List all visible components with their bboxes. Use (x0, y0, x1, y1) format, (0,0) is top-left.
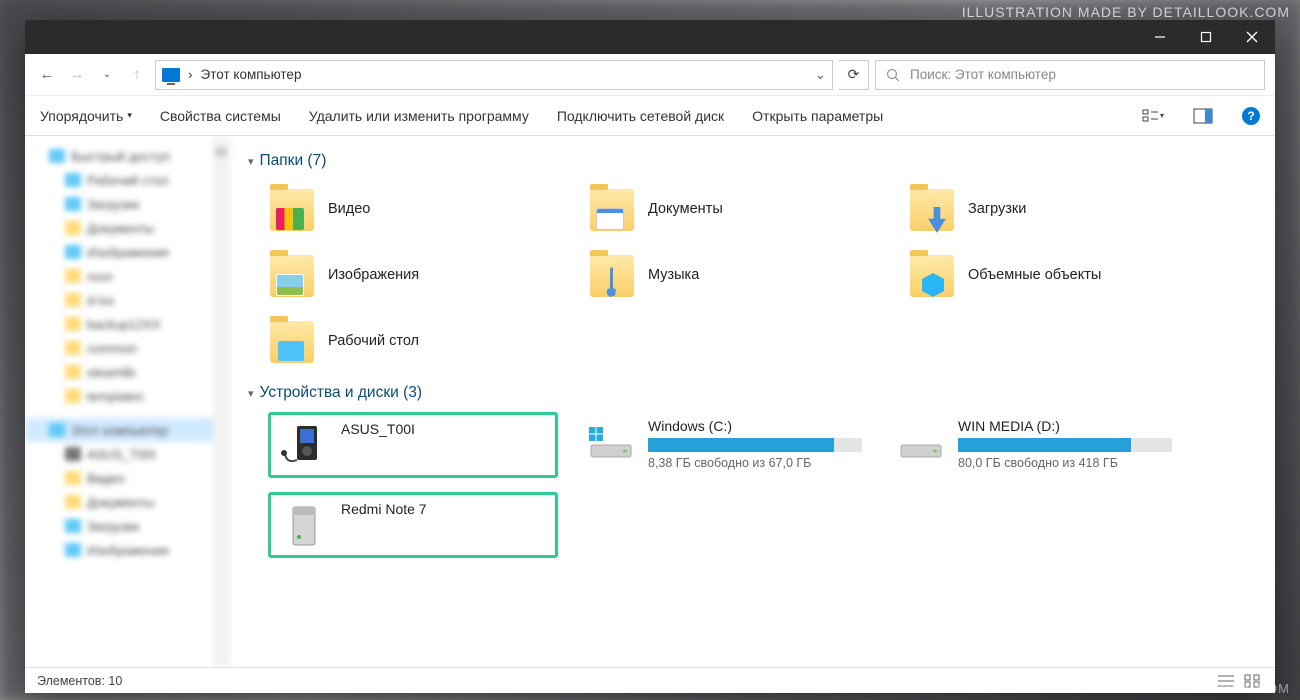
history-dropdown[interactable]: ⌄ (95, 63, 119, 87)
drives-section-header[interactable]: ▾ Устройства и диски (3) (248, 384, 1257, 402)
watermark-bottom: ILLUSTRATION MADE BY DETAILLOOK.COM (983, 681, 1290, 696)
folder-3dobjects[interactable]: Объемные объекты (908, 246, 1218, 304)
title-bar (25, 20, 1275, 54)
chevron-down-icon: ▾ (248, 155, 254, 168)
device-label: ASUS_T00I (341, 421, 549, 437)
drive-label: WIN MEDIA (D:) (958, 418, 1172, 434)
uninstall-program-button[interactable]: Удалить или изменить программу (309, 108, 529, 124)
folder-music[interactable]: Музыка (588, 246, 898, 304)
device-label: Redmi Note 7 (341, 501, 549, 517)
navigation-pane[interactable]: Быстрый доступ Рабочий стол Загрузки Док… (25, 136, 230, 667)
media-player-icon (277, 421, 329, 469)
disk-icon (894, 418, 946, 466)
map-drive-button[interactable]: Подключить сетевой диск (557, 108, 724, 124)
close-button[interactable] (1229, 20, 1275, 54)
chevron-down-icon[interactable]: ⌄ (815, 67, 826, 83)
folder-pictures[interactable]: Изображения (268, 246, 578, 304)
search-icon (886, 68, 900, 82)
groupby-icon[interactable]: ▾ (1142, 106, 1164, 126)
open-settings-button[interactable]: Открыть параметры (752, 108, 883, 124)
drive-label: Windows (C:) (648, 418, 862, 434)
folders-section-header[interactable]: ▾ Папки (7) (248, 152, 1257, 170)
organize-menu[interactable]: Упорядочить▾ (40, 108, 132, 124)
disk-windows-icon (584, 418, 636, 466)
drive-c[interactable]: Windows (C:) 8,38 ГБ свободно из 67,0 ГБ (578, 412, 868, 478)
breadcrumb[interactable]: › Этот компьютер ⌄ (155, 60, 833, 90)
device-tower-icon (277, 501, 329, 549)
minimize-button[interactable] (1137, 20, 1183, 54)
folder-desktop[interactable]: Рабочий стол (268, 312, 578, 370)
back-button[interactable]: ← (35, 63, 59, 87)
system-properties-button[interactable]: Свойства системы (160, 108, 281, 124)
device-redmi[interactable]: Redmi Note 7 (268, 492, 558, 558)
chevron-down-icon: ▾ (248, 387, 254, 400)
search-placeholder: Поиск: Этот компьютер (910, 67, 1056, 82)
preview-pane-icon[interactable] (1192, 106, 1214, 126)
folder-documents[interactable]: Документы (588, 180, 898, 238)
forward-button[interactable]: → (65, 63, 89, 87)
device-asus[interactable]: ASUS_T00I (268, 412, 558, 478)
address-bar: ← → ⌄ ↑ › Этот компьютер ⌄ ⟳ Поиск: Этот… (25, 54, 1275, 96)
computer-icon (162, 68, 180, 82)
drive-freespace: 8,38 ГБ свободно из 67,0 ГБ (648, 456, 862, 470)
sidebar-scrollbar[interactable] (213, 136, 229, 667)
command-bar: Упорядочить▾ Свойства системы Удалить ил… (25, 96, 1275, 136)
folder-videos[interactable]: Видео (268, 180, 578, 238)
up-button[interactable]: ↑ (125, 63, 149, 87)
drive-freespace: 80,0 ГБ свободно из 418 ГБ (958, 456, 1172, 470)
search-input[interactable]: Поиск: Этот компьютер (875, 60, 1265, 90)
folder-downloads[interactable]: Загрузки (908, 180, 1218, 238)
item-count: Элементов: 10 (37, 674, 122, 688)
main-content: ▾ Папки (7) Видео Документы Загрузки Изо… (230, 136, 1275, 667)
drive-d[interactable]: WIN MEDIA (D:) 80,0 ГБ свободно из 418 Г… (888, 412, 1178, 478)
maximize-button[interactable] (1183, 20, 1229, 54)
refresh-button[interactable]: ⟳ (839, 60, 869, 90)
watermark-top: ILLUSTRATION MADE BY DETAILLOOK.COM (962, 4, 1290, 20)
help-icon[interactable]: ? (1242, 107, 1260, 125)
breadcrumb-label: Этот компьютер (201, 67, 302, 82)
explorer-window: ← → ⌄ ↑ › Этот компьютер ⌄ ⟳ Поиск: Этот… (25, 20, 1275, 693)
content-area: Быстрый доступ Рабочий стол Загрузки Док… (25, 136, 1275, 667)
